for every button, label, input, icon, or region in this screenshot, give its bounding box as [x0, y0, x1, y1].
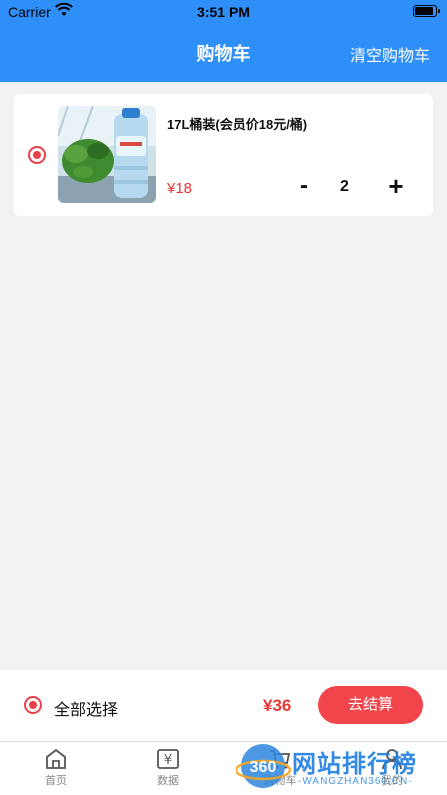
total-price: ¥36 [263, 696, 292, 715]
watermark-text: 网站排行榜 [292, 751, 417, 778]
product-image [58, 106, 156, 203]
checkout-bar: 全部选择 ¥36 去结算 [0, 670, 447, 742]
tab-data[interactable]: ¥ 数据 [138, 748, 198, 788]
product-price: ¥18 [167, 180, 193, 197]
product-name: 17L桶装(会员价18元/桶) [167, 117, 308, 132]
yen-icon: ¥ [157, 749, 179, 769]
svg-text:¥: ¥ [164, 753, 172, 768]
quantity-increase-button[interactable]: + [382, 172, 410, 200]
checkout-button[interactable]: 去结算 [318, 686, 423, 724]
watermark-subtext: -WANGZHAN360.CN- [298, 776, 413, 787]
battery-icon [413, 5, 440, 17]
watermark-logo-icon: 360 [236, 744, 292, 788]
clock: 3:51 PM [197, 4, 250, 20]
select-all-radio[interactable] [24, 696, 42, 714]
select-all-label[interactable]: 全部选择 [54, 696, 118, 720]
quantity-decrease-button[interactable]: - [294, 174, 314, 200]
clear-cart-button[interactable]: 清空购物车 [350, 42, 430, 66]
tab-label: 数据 [157, 775, 179, 787]
status-bar: Carrier 3:51 PM [0, 0, 447, 24]
cart-item: 17L桶装(会员价18元/桶) ¥18 - 2 + [14, 94, 433, 216]
watermark: 360 网站排行榜 -WANGZHAN360.CN- [236, 740, 447, 795]
tab-label: 首页 [45, 775, 67, 787]
top-header: Carrier 3:51 PM 购物车 清空购物车 [0, 0, 447, 82]
item-select-radio[interactable] [28, 146, 46, 164]
quantity-value: 2 [340, 178, 349, 195]
home-icon [46, 748, 66, 769]
tab-home[interactable]: 首页 [26, 748, 86, 788]
watermark-logo-text: 360 [250, 759, 277, 776]
